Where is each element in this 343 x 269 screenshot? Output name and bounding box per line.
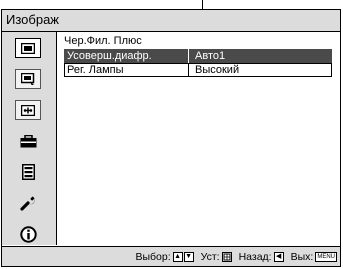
menu-row-advanced-iris[interactable]: Усоверш.диафр. Авто1 <box>64 49 332 63</box>
left-arrow-key-icon: ◀ <box>273 251 284 262</box>
screen-icon <box>21 104 35 116</box>
row-label: Усоверш.диафр. <box>67 50 152 62</box>
picture-icon <box>21 42 35 54</box>
menu-content: Чер.Фил. Плюс Усоверш.диафр. Авто1 Рег. … <box>57 32 340 245</box>
back-label: Назад: <box>238 250 272 263</box>
sidebar-item-setup[interactable] <box>15 131 41 151</box>
footer-back: Назад: ◀ <box>239 251 284 263</box>
exit-label: Вых: <box>290 250 314 263</box>
setup-icon <box>20 134 36 147</box>
footer-select: Выбор: ▲ ▼ <box>135 250 194 263</box>
advanced-picture-icon <box>21 72 35 85</box>
menu-title: Изображ <box>6 12 59 27</box>
information-icon <box>19 225 37 243</box>
menu-title-bar: Изображ <box>2 10 340 32</box>
installation-icon <box>20 196 35 211</box>
row-label: Рег. Лампы <box>67 64 124 76</box>
footer-set: Уст: <box>201 251 232 263</box>
enter-key-icon <box>221 251 232 262</box>
sidebar-item-installation[interactable] <box>15 193 41 213</box>
osd-menu: Изображ Чер.Фил. Плюс Усоверш.диафр. Авт… <box>1 9 341 267</box>
sidebar-item-function[interactable] <box>15 162 41 182</box>
menu-sidebar <box>2 32 57 245</box>
menu-footer: Выбор: ▲ ▼ Уст: Назад: ◀ Вых: MENU <box>2 246 340 266</box>
up-arrow-key-icon: ▲ <box>172 251 183 262</box>
sidebar-item-screen[interactable] <box>15 100 41 120</box>
menu-row-lamp-setting[interactable]: Рег. Лампы Высокий <box>64 63 332 77</box>
menu-key-icon: MENU <box>315 251 337 262</box>
callout-line <box>202 0 203 9</box>
row-value: Авто1 <box>188 49 332 63</box>
sidebar-item-advanced-picture[interactable] <box>15 69 41 89</box>
down-arrow-key-icon: ▼ <box>183 251 194 262</box>
select-label: Выбор: <box>135 250 171 263</box>
footer-exit: Вых: MENU <box>291 251 337 263</box>
section-title: Чер.Фил. Плюс <box>64 35 142 47</box>
sidebar-item-picture[interactable] <box>15 38 41 58</box>
sidebar-item-information[interactable] <box>15 224 41 244</box>
row-value: Высокий <box>188 64 332 76</box>
function-icon <box>21 164 35 180</box>
set-label: Уст: <box>200 250 220 263</box>
